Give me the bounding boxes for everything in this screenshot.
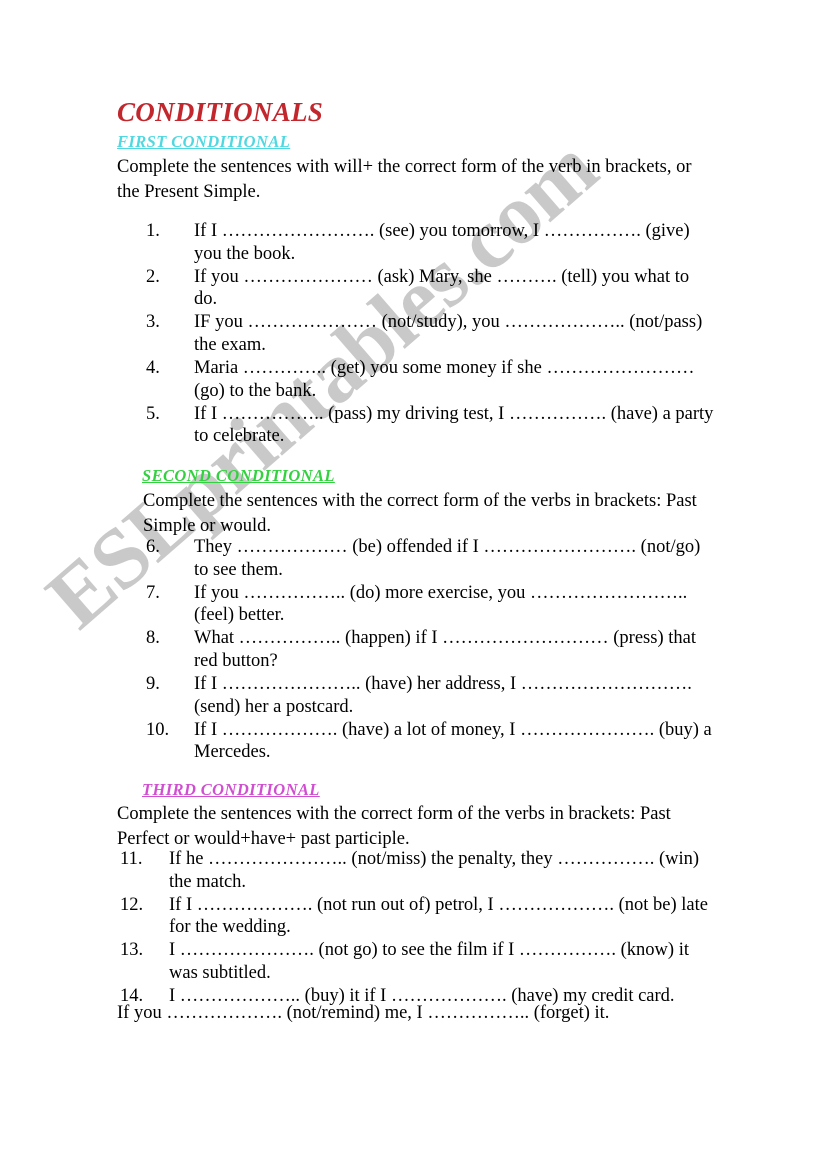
list-item: 12. If I ………………. (not run out of) petrol… xyxy=(120,894,716,939)
item-number: 2. xyxy=(146,266,160,287)
item-number: 1. xyxy=(146,221,160,241)
worksheet-content: CONDITIONALS FIRST CONDITIONAL Complete … xyxy=(0,0,821,1169)
worksheet-page: ESLprintables.com CONDITIONALS FIRST CON… xyxy=(0,0,821,1169)
list-item: 1. If I ……………………. (see) you tomorrow, I … xyxy=(146,220,716,265)
item-text: If he ………………….. (not/miss) the penalty, … xyxy=(169,849,700,892)
question-list-third-conditional: 11. If he ………………….. (not/miss) the penal… xyxy=(120,848,716,1008)
item-number: 12. xyxy=(120,894,144,915)
list-item: 3. IF you ………………… (not/study), you ……………… xyxy=(146,311,716,356)
list-item: 2. If you ………………… (ask) Mary, she ………. (… xyxy=(146,266,716,311)
section-instructions-second-conditional: Complete the sentences with the correct … xyxy=(143,491,697,536)
list-item: 6. They ……………… (be) offended if I ………………… xyxy=(146,536,716,581)
section-heading-third-conditional: THIRD CONDITIONAL xyxy=(142,780,320,799)
item-text: If you …………….. (do) more exercise, you …… xyxy=(194,582,688,626)
item-number: 4. xyxy=(146,358,160,379)
item-number: 13. xyxy=(120,940,144,961)
list-item: 7. If you …………….. (do) more exercise, yo… xyxy=(146,582,716,627)
item-text: If I ………………. (not run out of) petrol, I … xyxy=(169,894,708,938)
list-item: 10. If I ………………. (have) a lot of money, … xyxy=(146,719,716,764)
list-item: 13. I …………………. (not go) to see the film … xyxy=(120,939,716,984)
section-instructions-first-conditional: Complete the sentences with will+ the co… xyxy=(117,157,692,202)
item-number: 7. xyxy=(146,582,160,603)
item-text: If I ………………. (have) a lot of money, I ……… xyxy=(194,719,712,763)
question-list-second-conditional: 6. They ……………… (be) offended if I ………………… xyxy=(146,536,716,764)
list-item: 5. If I …………….. (pass) my driving test, … xyxy=(146,403,716,448)
section-instructions-third-conditional: Complete the sentences with the correct … xyxy=(117,804,671,849)
section-heading-first-conditional: FIRST CONDITIONAL xyxy=(117,132,291,151)
item-text: I …………………. (not go) to see the film if I… xyxy=(169,940,689,983)
item-text: If I …………….. (pass) my driving test, I …… xyxy=(194,403,714,447)
page-title: CONDITIONALS xyxy=(117,97,324,127)
item-number: 5. xyxy=(146,403,160,424)
list-item: 11. If he ………………….. (not/miss) the penal… xyxy=(120,848,716,893)
list-item: 9. If I ………………….. (have) her address, I … xyxy=(146,673,716,718)
item-number: 9. xyxy=(146,674,160,695)
list-item: 4. Maria ………….. (get) you some money if … xyxy=(146,357,716,402)
question-list-first-conditional: 1. If I ……………………. (see) you tomorrow, I … xyxy=(146,220,716,448)
item-text: Maria ………….. (get) you some money if she… xyxy=(194,358,695,401)
list-item: 8. What …………….. (happen) if I ……………………… … xyxy=(146,627,716,672)
item-number: 10. xyxy=(146,719,170,740)
item-number: 8. xyxy=(146,628,160,649)
closing-sentence: If you ………………. (not/remind) me, I …………….… xyxy=(117,1003,610,1023)
item-number: 11. xyxy=(120,849,143,869)
item-number: 3. xyxy=(146,312,160,333)
item-text: If I ………………….. (have) her address, I ………… xyxy=(194,674,692,717)
item-text: They ……………… (be) offended if I …………………….… xyxy=(194,537,701,580)
item-text: If I ……………………. (see) you tomorrow, I ………… xyxy=(194,221,690,264)
item-text: IF you ………………… (not/study), you ………………..… xyxy=(194,312,703,355)
section-heading-second-conditional: SECOND CONDITIONAL xyxy=(142,466,335,485)
item-number: 6. xyxy=(146,537,160,557)
item-text: What …………….. (happen) if I ……………………… (pr… xyxy=(194,628,696,671)
item-text: If you ………………… (ask) Mary, she ………. (tel… xyxy=(194,266,690,310)
